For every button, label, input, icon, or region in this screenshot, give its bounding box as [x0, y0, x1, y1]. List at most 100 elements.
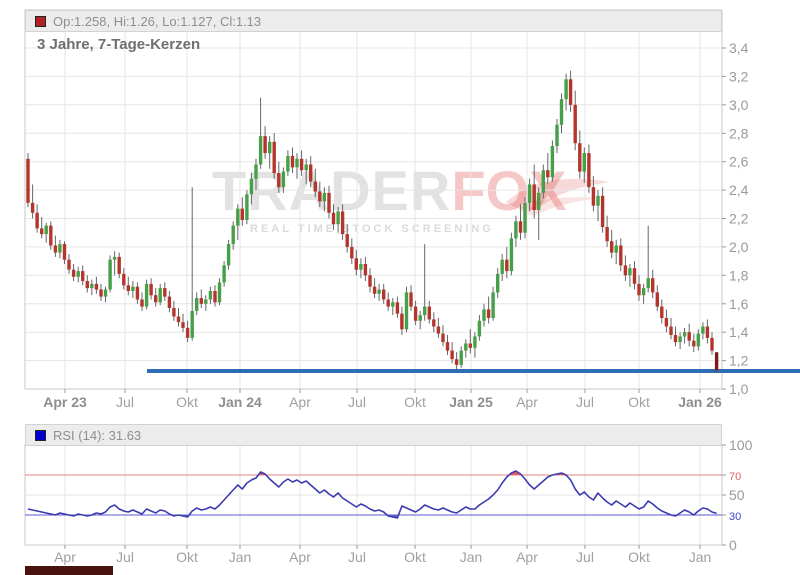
candle: [409, 292, 412, 306]
candle: [81, 271, 84, 281]
candle: [77, 271, 80, 277]
candle: [697, 334, 700, 347]
x-tick-label: Apr: [289, 394, 311, 410]
candle: [637, 284, 640, 295]
rsi-x-tick-label: Okt: [628, 549, 650, 565]
y-tick-label: 1,8: [729, 267, 749, 283]
rsi-x-tick-label: Jan: [460, 549, 483, 565]
candle: [628, 268, 631, 275]
candle: [336, 211, 339, 224]
x-tick-label: Apr: [516, 394, 538, 410]
candle: [669, 327, 672, 336]
candle: [127, 285, 130, 291]
candle: [501, 260, 504, 274]
candle: [154, 295, 157, 302]
candle: [432, 319, 435, 326]
candle: [245, 194, 248, 220]
candle: [583, 153, 586, 172]
rsi-x-tick-label: Apr: [289, 549, 311, 565]
candle: [273, 142, 276, 173]
rsi-y-tick-label: 50: [729, 487, 745, 503]
candle: [305, 165, 308, 171]
rsi-x-tick-label: Okt: [404, 549, 426, 565]
rsi-x-tick-label: Jul: [348, 549, 366, 565]
candle: [660, 307, 663, 318]
candle: [300, 159, 303, 170]
candle: [605, 227, 608, 241]
traderfox-chart-widget: 3,43,23,02,82,62,42,22,01,81,61,41,21,0A…: [0, 0, 800, 575]
candle: [195, 298, 198, 311]
candle: [615, 246, 618, 253]
candle: [118, 257, 121, 274]
candle: [45, 226, 48, 235]
x-tick-label: Jan 25: [449, 394, 493, 410]
y-tick-label: 3,4: [729, 40, 749, 56]
candle: [546, 170, 549, 177]
candle: [163, 288, 166, 297]
x-tick-label: Jul: [576, 394, 594, 410]
ohlc-legend-bar: Op:1.258, Hi:1.26, Lo:1.127, Cl:1.13: [25, 10, 722, 32]
candle: [651, 278, 654, 292]
candle: [533, 184, 536, 210]
candle: [131, 287, 134, 291]
rsi-x-tick-label: Jan: [229, 549, 252, 565]
candle: [710, 338, 713, 351]
ohlc-legend-text: Op:1.258, Hi:1.26, Lo:1.127, Cl:1.13: [53, 14, 261, 29]
candle: [213, 291, 216, 302]
x-tick-label: Okt: [404, 394, 426, 410]
x-tick-label: Jul: [116, 394, 134, 410]
candle: [254, 165, 257, 179]
candle: [560, 99, 563, 125]
candle: [204, 300, 207, 304]
candle: [450, 351, 453, 360]
candle: [514, 221, 517, 238]
candle: [355, 258, 358, 269]
rsi-x-tick-label: Okt: [176, 549, 198, 565]
y-tick-label: 2,2: [729, 211, 749, 227]
candle: [596, 196, 599, 206]
candle: [396, 302, 399, 313]
candle: [455, 359, 458, 365]
candle: [592, 187, 595, 206]
candle: [400, 314, 403, 330]
candle: [701, 327, 704, 334]
candle: [446, 342, 449, 351]
candle: [523, 203, 526, 233]
candle: [491, 292, 494, 318]
candle: [405, 292, 408, 329]
candle: [72, 270, 75, 277]
candle: [510, 238, 513, 271]
candle: [683, 332, 686, 336]
candle: [49, 226, 52, 246]
y-tick-label: 1,2: [729, 353, 749, 369]
y-tick-label: 3,0: [729, 97, 749, 113]
candle: [692, 341, 695, 347]
rsi-x-tick-label: Apr: [54, 549, 76, 565]
candle: [665, 318, 668, 327]
rsi-y-tick-label: 70: [729, 471, 741, 483]
candle: [145, 284, 148, 307]
rsi-legend-bar: RSI (14): 31.63: [25, 424, 722, 446]
candle: [715, 352, 718, 370]
candle: [482, 309, 485, 320]
candle: [496, 274, 499, 293]
candle: [414, 307, 417, 321]
candle: [555, 125, 558, 146]
price-rsi-chart-canvas[interactable]: 3,43,23,02,82,62,42,22,01,81,61,41,21,0A…: [0, 0, 800, 575]
candle: [519, 221, 522, 232]
candle: [359, 264, 362, 270]
candle: [610, 241, 613, 252]
candle: [104, 290, 107, 297]
candle: [314, 182, 317, 192]
candle: [227, 244, 230, 265]
candle: [177, 317, 180, 323]
candle: [63, 244, 66, 260]
candle: [624, 265, 627, 275]
candle: [633, 268, 636, 284]
rsi-x-tick-label: Jul: [576, 549, 594, 565]
candle: [241, 209, 244, 220]
candle: [587, 153, 590, 187]
rsi-x-tick-label: Apr: [516, 549, 538, 565]
candle: [140, 300, 143, 307]
candle: [40, 228, 43, 234]
